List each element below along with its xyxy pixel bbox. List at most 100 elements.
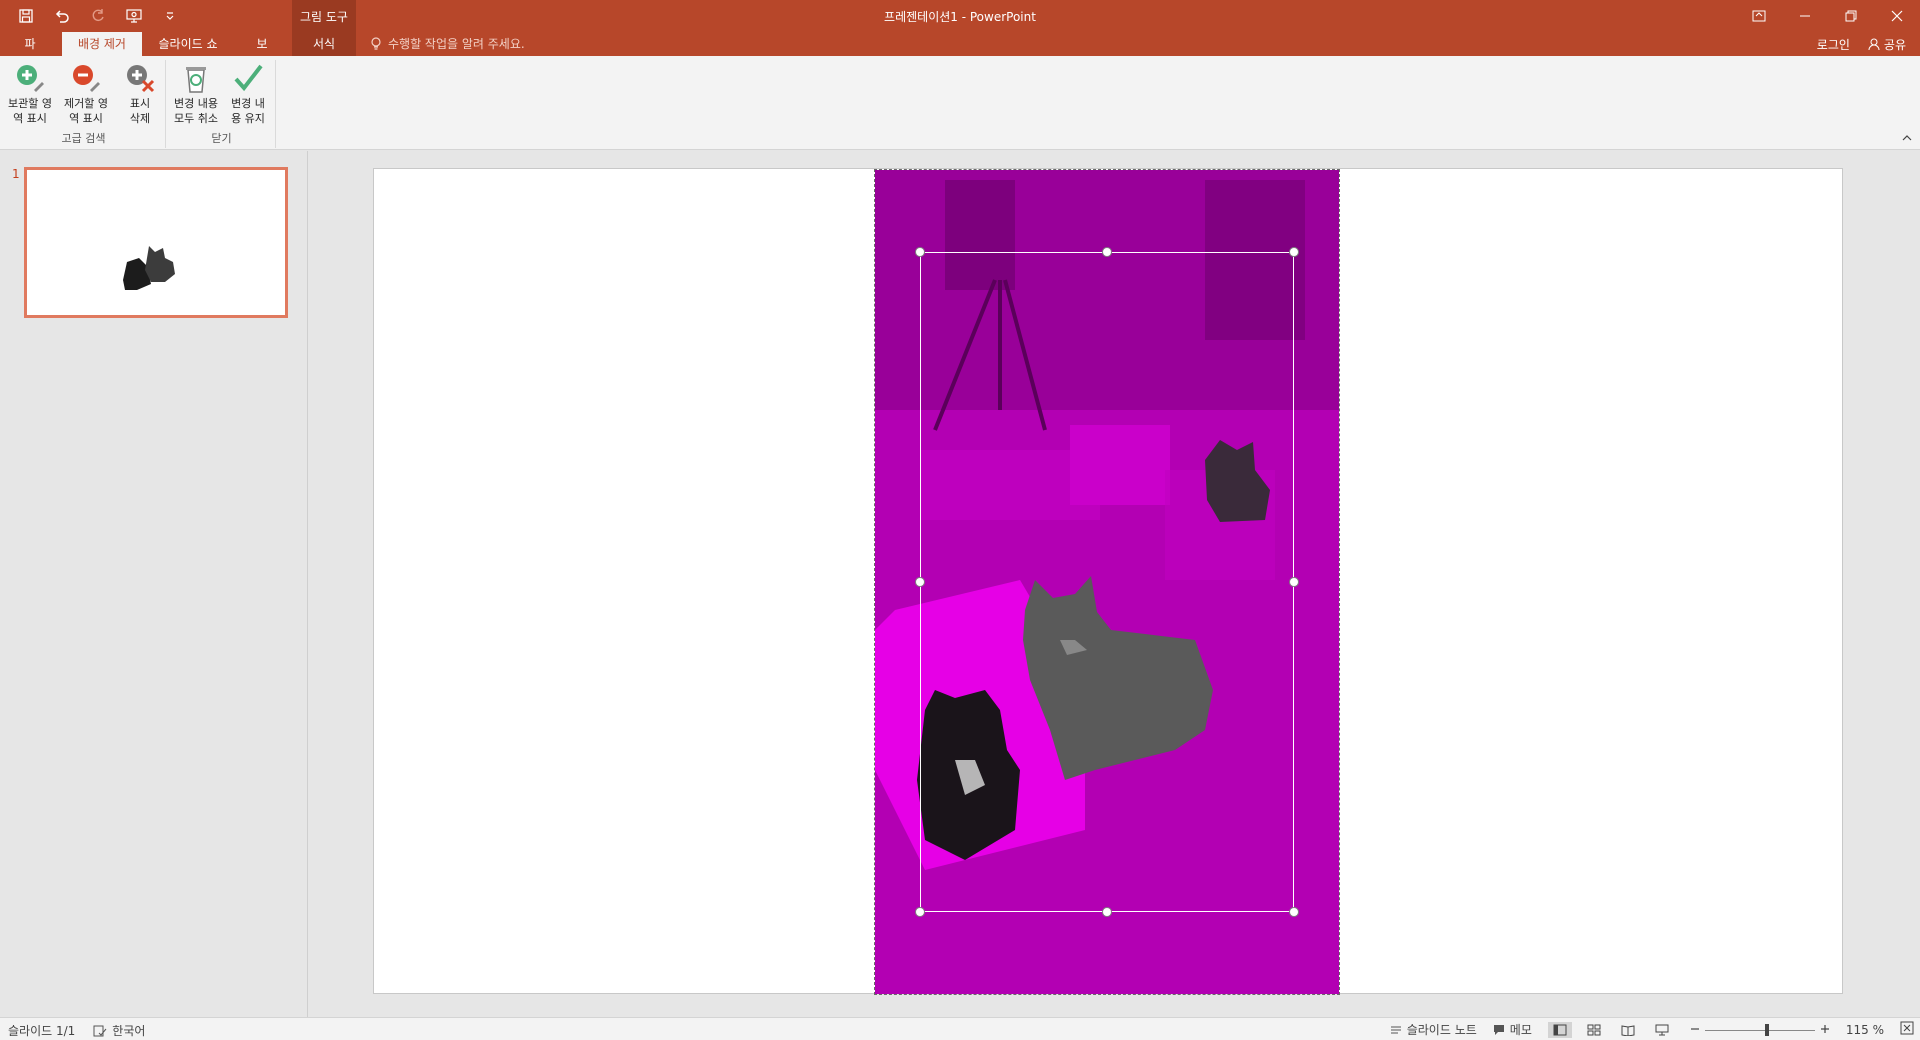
language-indicator[interactable]: 한국어 [93, 1022, 145, 1039]
lightbulb-icon [371, 37, 381, 50]
refine-group-label: 고급 검색 [61, 132, 106, 145]
comment-icon [1493, 1024, 1504, 1035]
refine-group: 보관할 영 역 표시 제거할 영 역 표시 표시 삭제 고급 검색 [2, 60, 166, 148]
mark-remove-icon [73, 65, 100, 92]
share-label: 공유 [1883, 37, 1906, 52]
tab-slide-show[interactable]: 슬라이드 쇼 [146, 32, 230, 56]
mark-remove-label-1: 제거할 영 [64, 97, 108, 110]
tell-me-box[interactable]: 수행할 작업을 알려 주세요. [370, 32, 525, 56]
comments-button[interactable]: 메모 [1493, 1021, 1532, 1038]
resize-handle[interactable] [1289, 907, 1299, 917]
ribbon-options-icon [1752, 10, 1766, 22]
delete-mark-label-1: 표시 [129, 97, 151, 110]
fit-slide-icon [1900, 1021, 1914, 1035]
discard-changes-label-1: 변경 내용 [174, 97, 218, 110]
discard-changes-icon [186, 67, 206, 93]
slide-thumbnail[interactable] [24, 167, 288, 318]
minus-icon [1690, 1027, 1699, 1030]
zoom-track [1704, 1029, 1815, 1031]
restore-icon [1845, 10, 1857, 22]
comments-label: 메모 [1509, 1023, 1532, 1037]
undo-button[interactable] [48, 4, 76, 28]
zoom-control [1690, 1023, 1830, 1037]
start-slideshow-button[interactable] [120, 4, 148, 28]
quick-access-toolbar [12, 4, 184, 28]
fit-to-window-button[interactable] [1900, 1021, 1914, 1038]
slideshow-view-button[interactable] [1650, 1022, 1674, 1038]
keep-changes-icon [234, 64, 263, 92]
background-removal-picture[interactable] [874, 169, 1340, 995]
window-controls [1736, 0, 1920, 32]
resize-handle[interactable] [915, 577, 925, 587]
slide-edit-area [309, 151, 1920, 1017]
keep-area-marquee[interactable] [920, 252, 1294, 912]
restore-button[interactable] [1828, 0, 1874, 32]
resize-handle[interactable] [1102, 907, 1112, 917]
zoom-in-button[interactable] [1820, 1023, 1830, 1037]
normal-view-button[interactable] [1547, 1021, 1572, 1038]
account-area: 로그인 공유 [1817, 32, 1906, 56]
zoom-slider-thumb[interactable] [1764, 1023, 1769, 1036]
ribbon: 보관할 영 역 표시 제거할 영 역 표시 표시 삭제 고급 검색 변경 내용 … [0, 56, 1920, 150]
plus-icon [1820, 1024, 1829, 1033]
slide-canvas [373, 168, 1843, 995]
mark-keep-icon [17, 65, 44, 92]
mark-remove-label-2: 역 표시 [69, 112, 103, 125]
mark-areas-to-remove-button[interactable]: 제거할 영 역 표시 [60, 62, 112, 126]
save-button[interactable] [12, 4, 40, 28]
chevron-down-icon [166, 12, 174, 20]
close-icon [1891, 10, 1903, 22]
login-link[interactable]: 로그인 [1817, 36, 1850, 53]
delete-mark-button[interactable]: 표시 삭제 [114, 62, 166, 126]
normal-view-icon [1553, 1024, 1567, 1035]
resize-handle[interactable] [1289, 577, 1299, 587]
slide-sorter-view-button[interactable] [1582, 1022, 1606, 1038]
ribbon-display-options-button[interactable] [1736, 0, 1782, 32]
redo-button[interactable] [84, 4, 112, 28]
mark-keep-label-2: 역 표시 [13, 112, 47, 125]
mark-areas-to-keep-button[interactable]: 보관할 영 역 표시 [4, 62, 56, 126]
tab-file[interactable]: 파일 [8, 32, 52, 75]
minimize-button[interactable] [1782, 0, 1828, 32]
mark-keep-label-1: 보관할 영 [8, 97, 52, 110]
save-icon [19, 9, 33, 23]
person-icon [1868, 38, 1880, 50]
chevron-up-icon [1902, 135, 1912, 141]
customize-qat-button[interactable] [156, 4, 184, 28]
keep-changes-button[interactable]: 변경 내 용 유지 [222, 62, 274, 126]
close-button[interactable] [1874, 0, 1920, 32]
resize-handle[interactable] [915, 907, 925, 917]
discard-all-changes-button[interactable]: 변경 내용 모두 취소 [170, 62, 222, 126]
discard-changes-label-2: 모두 취소 [174, 112, 218, 125]
slide-sorter-icon [1587, 1024, 1601, 1035]
notes-icon [1390, 1026, 1401, 1033]
title-bar: 그림 도구 프레젠테이션1 - PowerPoint [0, 0, 1920, 56]
resize-handle[interactable] [915, 247, 925, 257]
thumbnail-cats-image [123, 246, 175, 290]
resize-handle[interactable] [1289, 247, 1299, 257]
zoom-slider[interactable] [1704, 1023, 1815, 1037]
slide-thumbnail-pane: 1 [0, 151, 308, 1017]
delete-mark-icon [127, 65, 155, 93]
ribbon-tab-row: 파일 배경 제거 슬라이드 쇼 보기 서식 수행할 작업을 알려 주세요. 로그… [0, 32, 1920, 75]
keep-changes-label-1: 변경 내 [231, 97, 265, 110]
window-title: 프레젠테이션1 - PowerPoint [884, 10, 1036, 24]
zoom-level[interactable]: 115 % [1846, 1023, 1884, 1037]
tab-format[interactable]: 서식 [292, 32, 356, 56]
tab-background-removal[interactable]: 배경 제거 [62, 32, 142, 56]
close-group-label: 닫기 [211, 132, 232, 145]
tab-view[interactable]: 보기 [240, 32, 284, 75]
share-button[interactable]: 공유 [1868, 36, 1906, 53]
keep-changes-label-2: 용 유지 [231, 112, 265, 125]
zoom-out-button[interactable] [1690, 1023, 1700, 1037]
notes-label: 슬라이드 노트 [1406, 1023, 1477, 1037]
resize-handle[interactable] [1102, 247, 1112, 257]
slide-counter: 슬라이드 1/1 [8, 1024, 76, 1038]
language-label: 한국어 [112, 1024, 146, 1038]
collapse-ribbon-button[interactable] [1902, 131, 1912, 145]
reading-view-button[interactable] [1616, 1022, 1640, 1038]
reading-view-icon [1621, 1024, 1635, 1036]
delete-mark-label-2: 삭제 [129, 112, 151, 125]
slide-number: 1 [12, 167, 20, 181]
notes-button[interactable]: 슬라이드 노트 [1390, 1021, 1477, 1038]
